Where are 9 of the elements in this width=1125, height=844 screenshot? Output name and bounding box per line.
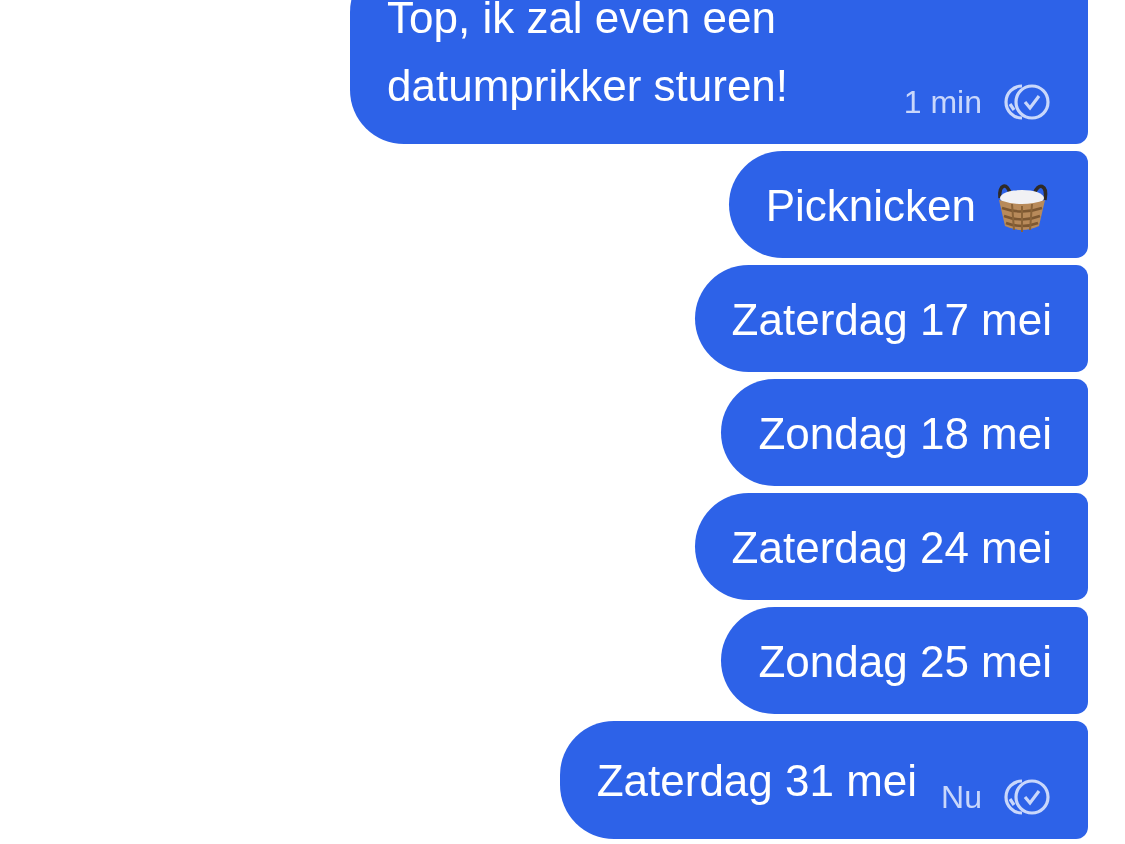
message-text: Zondag 18 mei (758, 408, 1052, 460)
message-text: Zaterdag 17 mei (731, 294, 1052, 346)
message-time: 1 min (903, 83, 982, 121)
message-text: Zaterdag 24 mei (731, 522, 1052, 574)
message-text: Picknicken (765, 180, 976, 232)
message-text: Zondag 25 mei (758, 636, 1052, 688)
message-text: Top, ik zal even een datumprikker sturen! (387, 0, 790, 112)
message-time: Nu (941, 778, 982, 816)
message-text: Zaterdag 31 mei (596, 755, 918, 807)
